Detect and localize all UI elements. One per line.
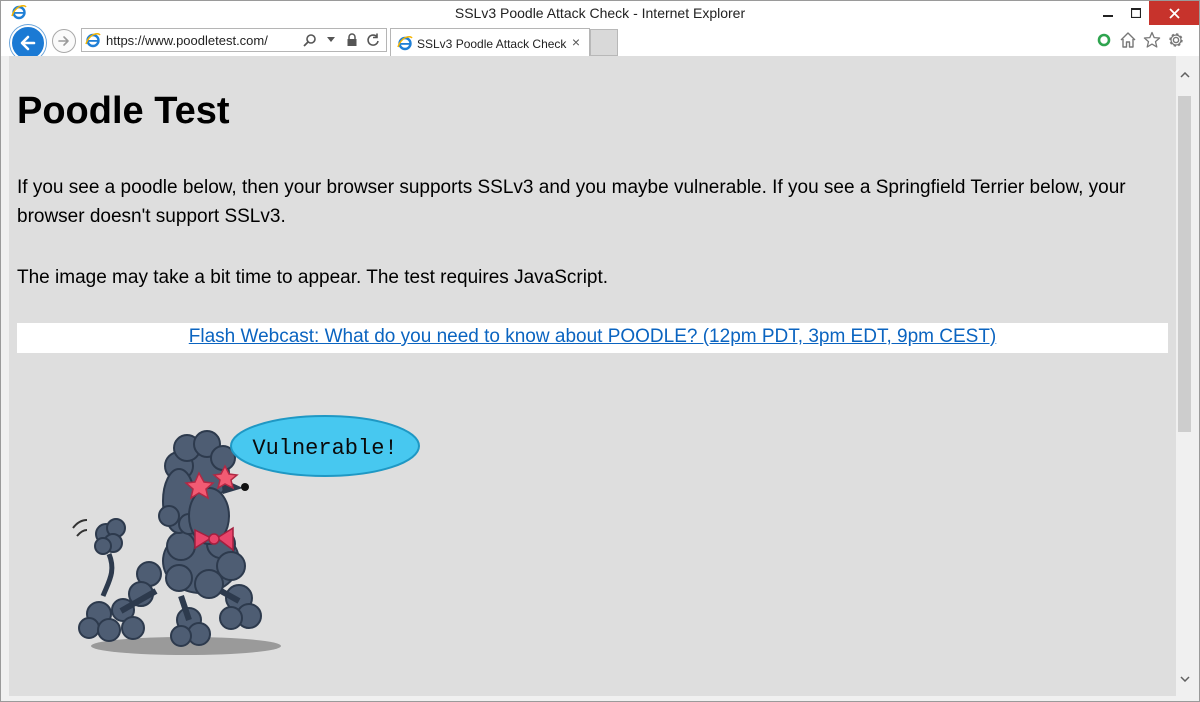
close-icon — [1168, 7, 1180, 19]
tab-label: SSLv3 Poodle Attack Check — [417, 37, 567, 51]
maximize-button[interactable] — [1121, 1, 1151, 25]
home-icon[interactable] — [1119, 31, 1137, 49]
forward-button[interactable] — [52, 29, 76, 53]
scroll-down-button[interactable] — [1176, 670, 1194, 688]
search-icon[interactable] — [303, 32, 317, 48]
browser-window: SSLv3 Poodle Attack Check - Internet Exp… — [0, 0, 1200, 702]
forward-arrow-icon — [58, 36, 69, 46]
address-bar-icons — [303, 32, 380, 48]
ie-page-icon — [85, 32, 101, 48]
chevron-up-icon — [1180, 72, 1190, 78]
vertical-scrollbar[interactable] — [1176, 56, 1194, 696]
extension-icon[interactable] — [1095, 31, 1113, 49]
title-bar: SSLv3 Poodle Attack Check - Internet Exp… — [1, 1, 1199, 25]
star-icon[interactable] — [1143, 31, 1161, 49]
note-paragraph: The image may take a bit time to appear.… — [17, 267, 609, 288]
navigation-bar: https://www.poodletest.com/ SSLv3 Poodle… — [1, 25, 1199, 61]
tab-active[interactable]: SSLv3 Poodle Attack Check × — [390, 28, 590, 56]
back-arrow-icon — [20, 35, 36, 51]
new-tab-button[interactable] — [590, 29, 618, 56]
ie-tab-icon — [397, 35, 413, 51]
lock-icon[interactable] — [345, 32, 359, 48]
refresh-icon[interactable] — [366, 32, 380, 48]
chevron-down-icon — [1180, 676, 1190, 682]
dropdown-icon[interactable] — [324, 32, 338, 48]
page-title: Poodle Test — [17, 90, 230, 132]
intro-paragraph: If you see a poodle below, then your bro… — [17, 177, 1126, 227]
url-text[interactable]: https://www.poodletest.com/ — [106, 33, 268, 48]
speech-text: Vulnerable! — [252, 436, 397, 461]
scrollbar-thumb[interactable] — [1178, 96, 1191, 432]
close-button[interactable] — [1149, 1, 1199, 25]
minimize-button[interactable] — [1093, 1, 1123, 25]
webcast-link[interactable]: Flash Webcast: What do you need to know … — [189, 326, 997, 347]
address-bar[interactable]: https://www.poodletest.com/ — [81, 28, 387, 52]
webcast-banner: Flash Webcast: What do you need to know … — [17, 323, 1168, 353]
window-title: SSLv3 Poodle Attack Check - Internet Exp… — [454, 5, 746, 21]
scroll-up-button[interactable] — [1176, 66, 1194, 84]
gear-icon[interactable] — [1167, 31, 1185, 49]
tab-close-button[interactable]: × — [569, 34, 583, 50]
toolbar-icons — [1095, 31, 1185, 49]
page-viewport: Poodle Test If you see a poodle below, t… — [9, 56, 1176, 696]
poodle-image: Vulnerable! — [72, 415, 420, 655]
